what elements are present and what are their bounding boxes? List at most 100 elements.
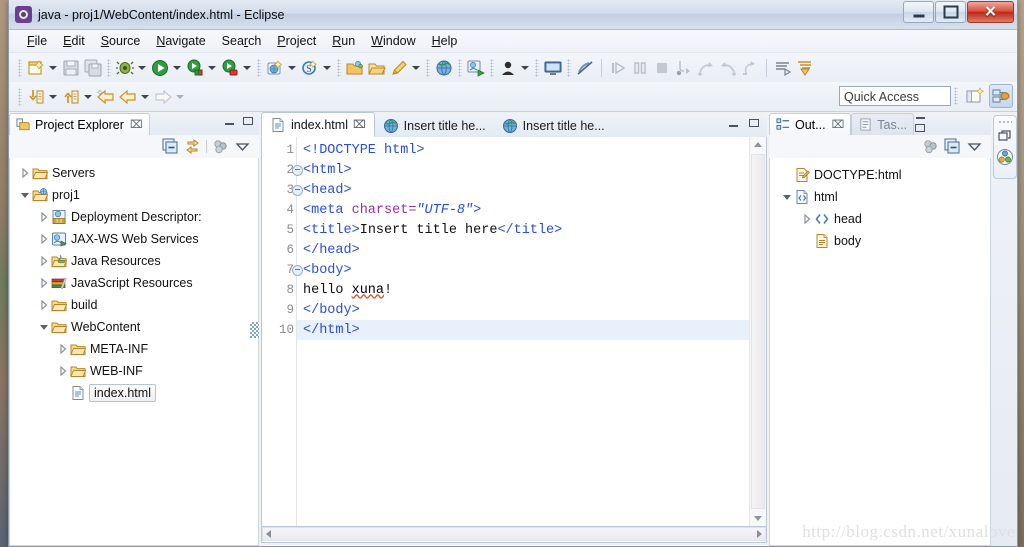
view-filter-icon[interactable] [922,138,939,155]
maximize-view-button[interactable] [914,122,927,135]
expand-arrow-icon[interactable] [37,206,51,228]
toolbar-grip[interactable] [337,58,341,77]
expand-arrow-icon[interactable] [37,272,51,294]
close-icon[interactable]: ⌧ [353,118,366,131]
view-filter-icon[interactable] [212,138,229,155]
scroll-left-icon[interactable] [266,530,271,538]
link-with-editor-icon[interactable] [184,138,201,155]
outline-item-html[interactable]: html [770,186,990,208]
expand-arrow-icon[interactable] [37,228,51,250]
tab-outline[interactable]: Out... ⌧ [769,113,852,135]
tree-item-web-inf[interactable]: WEB-INF [10,360,258,382]
run-stop-dropdown-icon[interactable] [241,58,252,78]
previous-edit-dropdown-icon[interactable] [82,87,93,107]
new-wizard-dropdown-icon[interactable] [47,58,58,78]
close-button[interactable]: ✕ [967,1,1014,23]
back-icon[interactable] [96,87,116,107]
external-tools-icon[interactable] [466,58,486,78]
back-dropdown-icon[interactable] [139,87,150,107]
run-dropdown-icon[interactable] [171,58,182,78]
editor-tab-2[interactable]: Insert title he... [494,114,613,137]
outline-tree[interactable]: DOCTYPE:html html head body [769,158,991,546]
search-icon[interactable]: S [300,58,320,78]
previous-annotation-icon[interactable] [795,58,815,78]
toolbar-grip[interactable] [458,58,462,77]
menu-file[interactable]: File [19,32,55,50]
menu-search[interactable]: Search [214,32,270,50]
toolbar-grip[interactable] [567,58,571,77]
expand-arrow-icon[interactable] [18,162,32,184]
tree-item-meta-inf[interactable]: META-INF [10,338,258,360]
code-line[interactable]: </head> [297,240,749,260]
outline-item-body[interactable]: body [770,230,990,252]
run-icon[interactable] [150,58,170,78]
toolbar-grip[interactable] [107,58,111,77]
code-line[interactable]: </body> [297,300,749,320]
close-icon[interactable]: ⌧ [130,118,143,131]
editor-tab-0[interactable]: index.html ⌧ [261,112,375,137]
toolbar-grip[interactable] [426,58,430,77]
code-line[interactable]: <!DOCTYPE html> [297,140,749,160]
collapse-arrow-icon[interactable] [37,316,51,338]
tree-item-webcontent[interactable]: WebContent [10,316,258,338]
toolbar-grip[interactable] [18,87,22,106]
toolbar-grip[interactable] [490,58,494,77]
run-server-dropdown-icon[interactable] [206,58,217,78]
code-line[interactable]: <head> [297,180,749,200]
scroll-up-icon[interactable] [750,137,766,153]
toolbar-grip[interactable] [257,58,261,77]
menu-edit[interactable]: Edit [55,32,93,50]
tree-item-javascript-resources[interactable]: JavaScript Resources [10,272,258,294]
maximize-button[interactable] [935,1,966,23]
java-ee-perspective-icon[interactable] [989,84,1013,108]
run-stop-icon[interactable] [220,58,240,78]
last-edit-location-icon[interactable] [26,87,46,107]
tree-item-jax-ws-web-services[interactable]: JAX-WS Web Services [10,228,258,250]
view-menu-icon[interactable] [234,138,251,155]
outline-item-head[interactable]: head [770,208,990,230]
source-editor[interactable]: 1 2 3 4 5 6 7 8 9 10 <!DOCTYPE html> <html> <head> <… [250,137,767,527]
new-wizard-icon[interactable] [26,58,46,78]
scrollbar-thumb[interactable] [751,154,765,509]
skip-breakpoints-icon[interactable] [575,58,595,78]
open-folder-icon[interactable] [367,58,387,78]
tab-tasks[interactable]: Tas... [851,113,915,135]
last-edit-dropdown-icon[interactable] [47,87,58,107]
profile-dropdown-icon[interactable] [519,58,530,78]
menu-project[interactable]: Project [269,32,324,50]
run-server-icon[interactable] [185,58,205,78]
expand-arrow-icon[interactable] [37,294,51,316]
collapse-all-icon[interactable] [162,138,179,155]
code-line[interactable]: <html> [297,160,749,180]
restore-icon[interactable] [998,129,1012,143]
editor-horizontal-scrollbar[interactable] [262,527,766,541]
open-perspective-icon[interactable] [964,85,986,107]
display-icon[interactable] [543,58,563,78]
collapse-arrow-icon[interactable] [780,186,794,208]
marker-icon[interactable] [389,58,409,78]
marker-dropdown-icon[interactable] [410,58,421,78]
close-icon[interactable]: ⌧ [832,118,845,131]
debug-dropdown-icon[interactable] [136,58,147,78]
code-line[interactable]: </html> [297,320,749,340]
code-content[interactable]: <!DOCTYPE html> <html> <head> <meta charset… [297,137,749,526]
search-dropdown-icon[interactable] [321,58,332,78]
new-web-project-dropdown-icon[interactable] [286,58,297,78]
toolbar-grip[interactable] [535,58,539,77]
menu-navigate[interactable]: Navigate [148,32,213,50]
debug-icon[interactable] [115,58,135,78]
forward-back-icon[interactable] [118,87,138,107]
java-ee-perspective-icon[interactable] [996,148,1014,166]
profile-icon[interactable] [498,58,518,78]
menu-run[interactable]: Run [324,32,363,50]
perspective-grip[interactable] [954,87,958,105]
expand-arrow-icon[interactable] [37,250,51,272]
collapse-all-icon[interactable] [944,138,961,155]
collapse-arrow-icon[interactable] [18,184,32,206]
expand-arrow-icon[interactable] [800,208,814,230]
editor-vertical-scrollbar[interactable] [749,137,766,526]
tree-item-java-resources[interactable]: Java Resources [10,250,258,272]
globe-icon[interactable] [434,58,454,78]
quick-access-input[interactable]: Quick Access [839,86,951,106]
scroll-right-icon[interactable] [757,530,762,538]
